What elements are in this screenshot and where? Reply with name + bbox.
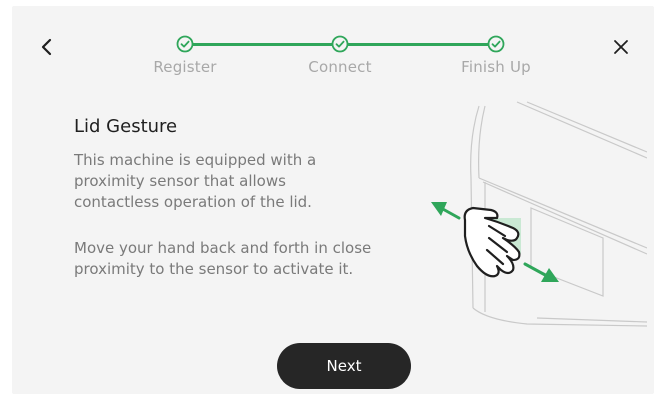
instruction-paragraph: Move your hand back and forth in close p…: [74, 239, 372, 278]
check-circle-icon: [176, 35, 194, 53]
step-register: Register: [125, 35, 245, 76]
step-label: Connect: [308, 58, 372, 76]
lid-gesture-illustration: [431, 101, 647, 327]
step-label: Finish Up: [461, 58, 531, 76]
description-paragraph: This machine is equipped with a proximit…: [74, 151, 317, 211]
step-connect: Connect: [280, 35, 400, 76]
check-circle-icon: [487, 35, 505, 53]
check-circle-icon: [331, 35, 349, 53]
next-button[interactable]: Next: [277, 343, 411, 389]
page-title: Lid Gesture: [74, 116, 178, 137]
step-label: Register: [153, 58, 217, 76]
progress-stepper: Register Connect Finish Up: [12, 28, 654, 78]
step-finish-up: Finish Up: [436, 35, 556, 76]
onboarding-screen: Register Connect Finish Up Lid Gesture T…: [12, 6, 654, 394]
